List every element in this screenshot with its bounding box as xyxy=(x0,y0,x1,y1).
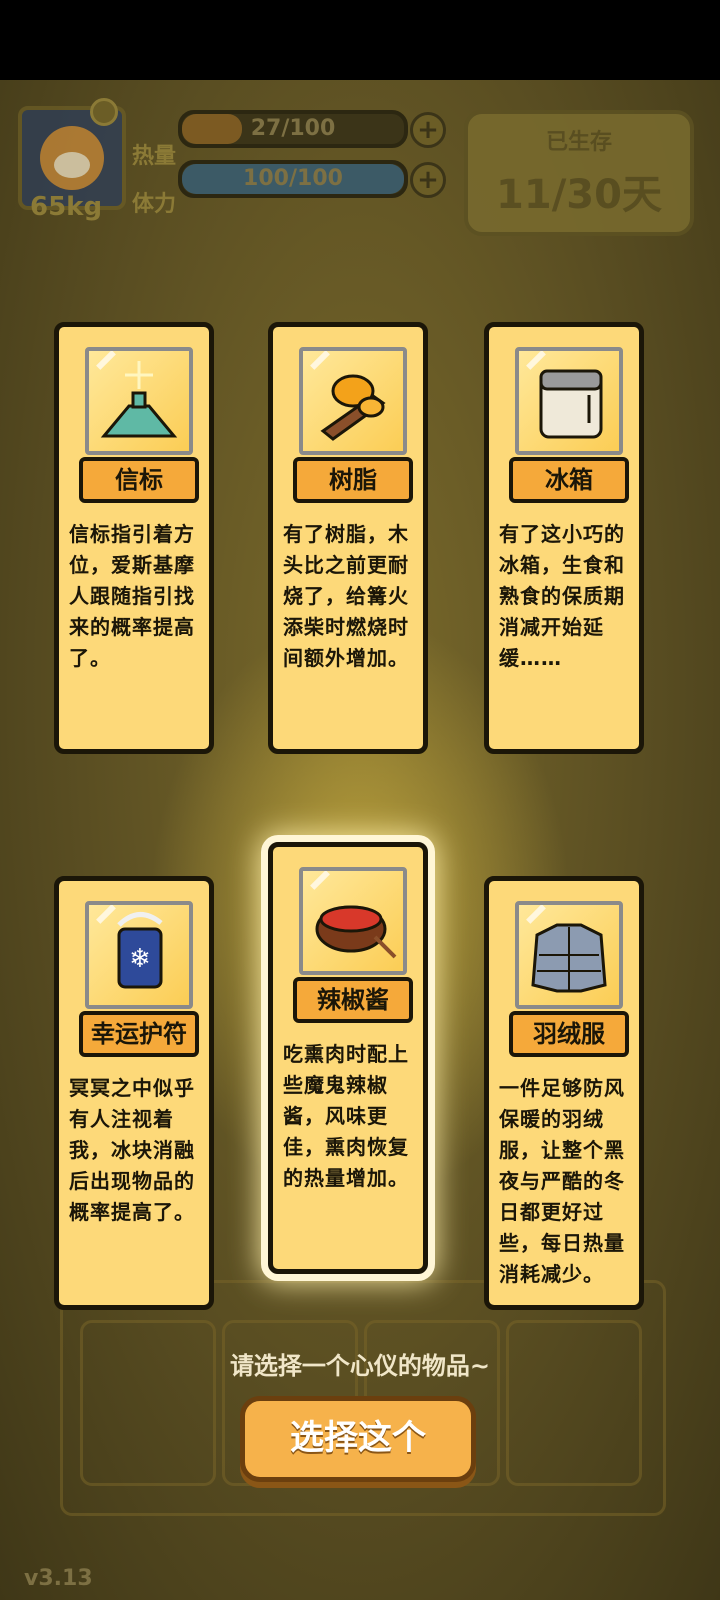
survived-label: 已生存 xyxy=(545,130,612,155)
heat-value: 27/100 xyxy=(250,116,336,141)
item-description: 一件足够防风保暖的羽绒服，让整个黑夜与严酷的冬日都更好过些，每日热量消耗减少。 xyxy=(499,1076,625,1286)
down-jacket-icon xyxy=(515,901,623,1009)
add-stamina-button[interactable]: + xyxy=(410,162,446,198)
version-label: v3.13 xyxy=(24,1566,93,1591)
item-card-fridge[interactable]: 冰箱 有了这小巧的冰箱，生食和熟食的保质期消减开始延缓…… xyxy=(484,322,644,754)
svg-text:❄: ❄ xyxy=(129,944,151,974)
inventory-slot-bg xyxy=(506,1320,642,1486)
stamina-bar: 100/100 xyxy=(178,160,408,198)
game-stage: 65kg 热量 27/100 + 体力 100/100 + 已生存 11/30天… xyxy=(0,80,720,1600)
item-name: 信标 xyxy=(79,457,199,503)
heat-bar: 27/100 xyxy=(178,110,408,148)
item-card-beacon[interactable]: 信标 信标指引着方位，爱斯基摩人跟随指引找来的概率提高了。 xyxy=(54,322,214,754)
amulet-icon: ❄ xyxy=(85,901,193,1009)
beacon-icon xyxy=(85,347,193,455)
item-card-chili-sauce[interactable]: 辣椒酱 吃熏肉时配上些魔鬼辣椒酱，风味更佳，熏肉恢复的热量增加。 xyxy=(268,842,428,1274)
item-card-resin[interactable]: 树脂 有了树脂，木头比之前更耐烧了，给篝火添柴时燃烧时间额外增加。 xyxy=(268,322,428,754)
choose-item-button[interactable]: 选择这个 xyxy=(240,1396,476,1482)
item-description: 有了这小巧的冰箱，生食和熟食的保质期消减开始延缓…… xyxy=(499,522,625,670)
item-description: 吃熏肉时配上些魔鬼辣椒酱，风味更佳，熏肉恢复的热量增加。 xyxy=(283,1042,409,1190)
resin-icon xyxy=(299,347,407,455)
weight-label: 65kg xyxy=(30,192,103,222)
item-description: 有了树脂，木头比之前更耐烧了，给篝火添柴时燃烧时间额外增加。 xyxy=(283,522,409,670)
heat-label: 热量 xyxy=(132,144,177,169)
fridge-icon xyxy=(515,347,623,455)
survived-days: 11/30天 xyxy=(496,172,662,218)
item-name: 树脂 xyxy=(293,457,413,503)
selection-prompt: 请选择一个心仪的物品~ xyxy=(229,1352,491,1380)
item-card-down-jacket[interactable]: 羽绒服 一件足够防风保暖的羽绒服，让整个黑夜与严酷的冬日都更好过些，每日热量消耗… xyxy=(484,876,644,1310)
add-heat-button[interactable]: + xyxy=(410,112,446,148)
item-name: 冰箱 xyxy=(509,457,629,503)
stamina-value: 100/100 xyxy=(243,166,343,191)
item-name: 辣椒酱 xyxy=(293,977,413,1023)
item-card-amulet[interactable]: ❄ 幸运护符 冥冥之中似乎有人注视着我，冰块消融后出现物品的概率提高了。 xyxy=(54,876,214,1310)
gear-icon[interactable] xyxy=(90,98,118,126)
inventory-slot-bg xyxy=(80,1320,216,1486)
dog-avatar-icon xyxy=(40,126,104,190)
item-description: 冥冥之中似乎有人注视着我，冰块消融后出现物品的概率提高了。 xyxy=(69,1076,195,1224)
item-name: 幸运护符 xyxy=(79,1011,199,1057)
item-description: 信标指引着方位，爱斯基摩人跟随指引找来的概率提高了。 xyxy=(69,522,195,670)
item-name: 羽绒服 xyxy=(509,1011,629,1057)
survival-counter: 已生存 11/30天 xyxy=(464,110,694,236)
stamina-label: 体力 xyxy=(132,192,177,217)
chili-sauce-icon xyxy=(299,867,407,975)
